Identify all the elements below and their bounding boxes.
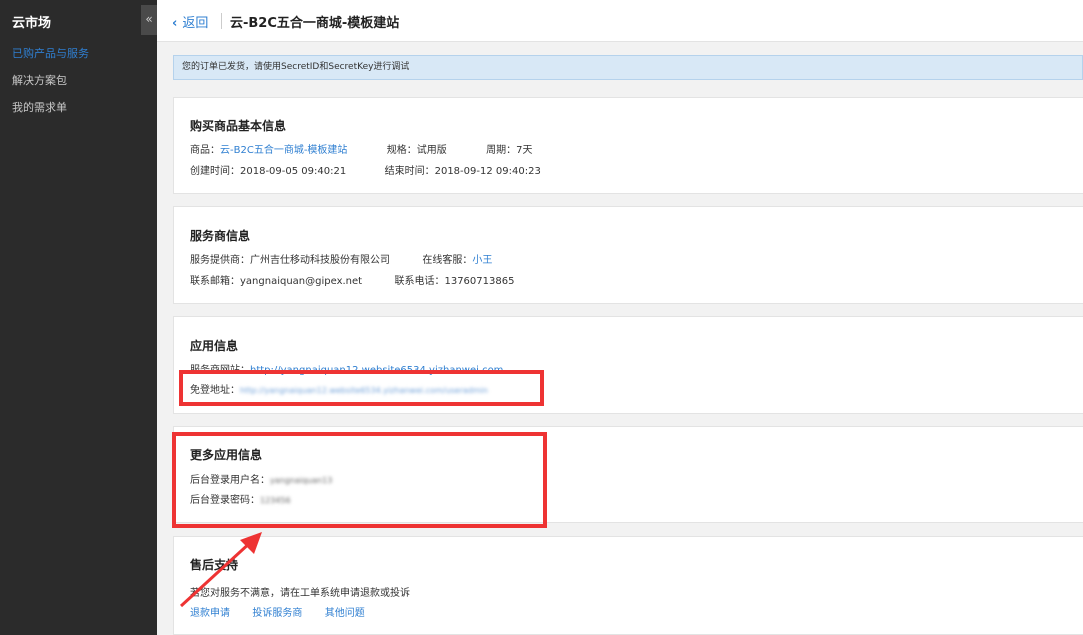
period-label: 周期：: [486, 145, 517, 156]
sidebar-nav: 已购产品与服务 解决方案包 我的需求单: [0, 40, 157, 121]
email-value: yangnaiquan@gipex.net: [240, 276, 363, 287]
app-info-heading: 应用信息: [190, 339, 239, 353]
provider-info-card: 服务商信息 服务提供商：广州吉仕移动科技股份有限公司 在线客服：小王 联系邮箱：…: [173, 206, 1083, 304]
end-label: 结束时间：: [384, 166, 435, 177]
end-value: 2018-09-12 09:40:23: [434, 166, 541, 177]
sidebar-title: 云市场: [12, 16, 52, 31]
basic-row-1: 商品：云-B2C五合一商城-模板建站 规格：试用版 周期：7天: [190, 141, 533, 156]
provider-label: 服务提供商：: [190, 255, 250, 266]
created-label: 创建时间：: [190, 166, 240, 177]
aftersale-heading: 售后支持: [190, 558, 239, 572]
created-value: 2018-09-05 09:40:21: [240, 166, 347, 177]
basic-info-heading: 购买商品基本信息: [190, 119, 287, 133]
complain-link[interactable]: 投诉服务商: [252, 608, 302, 619]
back-label: 返回: [182, 16, 209, 31]
phone-value: 13760713865: [444, 276, 515, 287]
topbar: ‹ 返回 云-B2C五合一商城-模板建站: [157, 0, 1083, 42]
other-issues-link[interactable]: 其他问题: [325, 608, 365, 619]
provider-info-heading: 服务商信息: [190, 229, 251, 243]
highlight-box-login-url: [179, 370, 544, 406]
provider-value: 广州吉仕移动科技股份有限公司: [250, 255, 390, 266]
divider: [221, 13, 222, 29]
main-content: ‹ 返回 云-B2C五合一商城-模板建站 您的订单已发货，请使用SecretID和…: [157, 0, 1083, 635]
spec-value: 试用版: [416, 145, 447, 156]
cs-link[interactable]: 小王: [472, 255, 492, 266]
email-label: 联系邮箱：: [190, 276, 240, 287]
chevron-left-icon: ‹: [172, 16, 178, 31]
page-title: 云-B2C五合一商城-模板建站: [230, 16, 400, 31]
provider-row-2: 联系邮箱：yangnaiquan@gipex.net 联系电话：13760713…: [190, 272, 514, 287]
sidebar-item-requirements[interactable]: 我的需求单: [0, 94, 157, 121]
cs-label: 在线客服：: [422, 255, 473, 266]
sidebar: 云市场 « 已购产品与服务 解决方案包 我的需求单: [0, 0, 157, 635]
phone-label: 联系电话：: [394, 276, 445, 287]
sidebar-item-solutions[interactable]: 解决方案包: [0, 67, 157, 94]
product-label: 商品：: [190, 145, 220, 156]
provider-row-1: 服务提供商：广州吉仕移动科技股份有限公司 在线客服：小王: [190, 251, 492, 266]
product-link[interactable]: 云-B2C五合一商城-模板建站: [220, 145, 347, 156]
collapse-sidebar-icon[interactable]: «: [141, 5, 157, 35]
period-value: 7天: [516, 145, 533, 156]
aftersale-card: 售后支持 若您对服务不满意，请在工单系统申请退款或投诉 退款申请 投诉服务商 其…: [173, 536, 1083, 635]
aftersale-links: 退款申请 投诉服务商 其他问题: [190, 604, 365, 619]
notice-banner: 您的订单已发货，请使用SecretID和SecretKey进行调试: [173, 55, 1083, 80]
aftersale-desc: 若您对服务不满意，请在工单系统申请退款或投诉: [190, 588, 410, 599]
refund-link[interactable]: 退款申请: [190, 608, 230, 619]
back-button[interactable]: ‹ 返回: [172, 12, 208, 31]
basic-info-card: 购买商品基本信息 商品：云-B2C五合一商城-模板建站 规格：试用版 周期：7天…: [173, 97, 1083, 194]
sidebar-item-purchased[interactable]: 已购产品与服务: [0, 40, 157, 67]
highlight-box-more-info: [172, 432, 547, 528]
spec-label: 规格：: [386, 145, 417, 156]
basic-row-2: 创建时间：2018-09-05 09:40:21 结束时间：2018-09-12…: [190, 162, 541, 177]
